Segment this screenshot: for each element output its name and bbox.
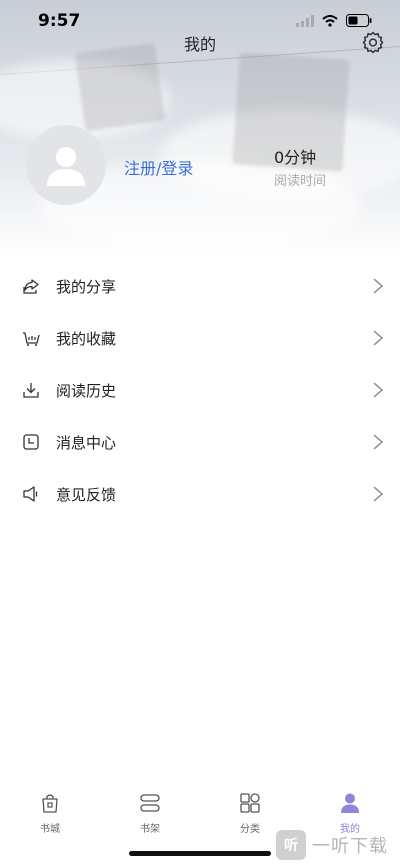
menu-item-favorites[interactable]: 我的收藏 <box>0 312 400 364</box>
bookstore-icon <box>42 794 58 813</box>
tab-label: 分类 <box>240 824 260 835</box>
tab-bookshelf[interactable]: 书架 <box>115 792 185 835</box>
battery-icon <box>346 14 372 27</box>
tab-label: 书城 <box>40 824 60 835</box>
menu-item-message-center[interactable]: 消息中心 <box>0 416 400 468</box>
profile-menu: 我的分享 我的收藏 阅读历史 消息中心 意见反馈 <box>0 260 400 520</box>
feedback-icon <box>23 486 38 502</box>
wifi-icon <box>322 14 338 27</box>
menu-label: 意见反馈 <box>56 486 117 504</box>
menu-item-feedback[interactable]: 意见反馈 <box>0 468 400 520</box>
status-time: 9:57 <box>38 11 81 31</box>
reading-time-label: 阅读时间 <box>274 174 327 189</box>
status-icons <box>296 14 372 27</box>
signal-icon <box>296 14 314 27</box>
profile-icon <box>341 793 359 813</box>
watermark-logo-icon: 听 <box>276 830 306 860</box>
menu-label: 消息中心 <box>56 434 117 452</box>
download-history-icon <box>23 383 39 398</box>
tab-label: 书架 <box>140 824 160 835</box>
menu-item-share[interactable]: 我的分享 <box>0 260 400 312</box>
page-title: 我的 <box>183 35 216 54</box>
default-avatar-icon <box>47 147 85 186</box>
chevron-right-icon <box>373 330 384 346</box>
watermark-text: 一听下载 <box>312 836 388 857</box>
share-icon <box>23 279 39 294</box>
register-login-link[interactable]: 注册/登录 <box>124 155 193 179</box>
watermark: 听 一听下载 <box>276 827 400 863</box>
chevron-right-icon <box>373 278 384 294</box>
menu-label: 阅读历史 <box>56 382 117 400</box>
tab-category[interactable]: 分类 <box>215 792 285 835</box>
menu-label: 我的收藏 <box>56 330 117 348</box>
chevron-right-icon <box>373 486 384 502</box>
menu-item-reading-history[interactable]: 阅读历史 <box>0 364 400 416</box>
message-icon <box>23 434 39 450</box>
favorites-icon <box>23 332 40 346</box>
bookshelf-icon <box>140 794 160 812</box>
chevron-right-icon <box>373 434 384 450</box>
category-icon <box>240 793 260 813</box>
chevron-right-icon <box>373 382 384 398</box>
settings-gear-icon[interactable] <box>361 30 385 54</box>
tab-bookstore[interactable]: 书城 <box>15 792 85 835</box>
avatar[interactable] <box>26 125 106 205</box>
menu-label: 我的分享 <box>56 278 117 296</box>
home-indicator[interactable] <box>129 851 271 856</box>
reading-time-value: 0分钟 <box>274 148 317 167</box>
